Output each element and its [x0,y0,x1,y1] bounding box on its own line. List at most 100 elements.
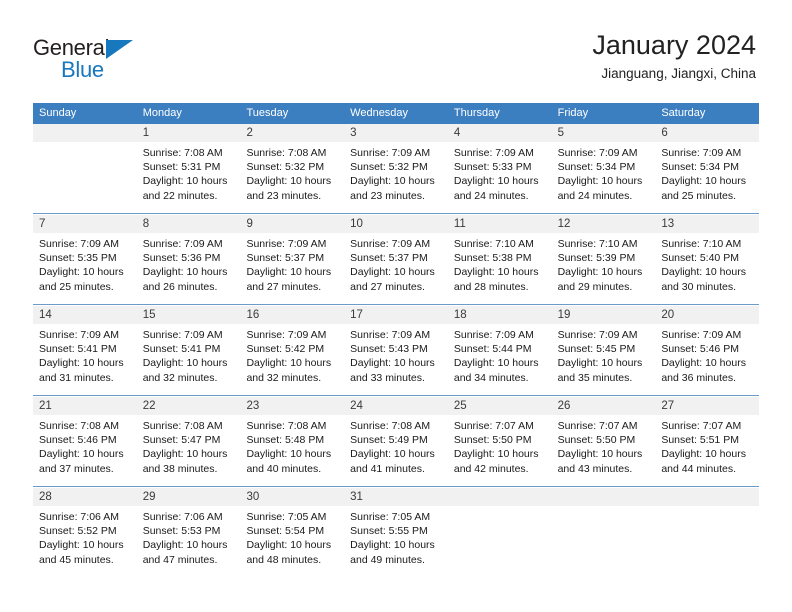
calendar-day-cell[interactable]: 19 Sunrise: 7:09 AM Sunset: 5:45 PM Dayligh… [551,306,656,395]
sunset-text: Sunset: 5:47 PM [142,434,221,447]
calendar-day-cell[interactable]: 11 Sunrise: 7:10 AM Sunset: 5:38 PM Dayligh… [447,215,552,304]
daylight-text: Daylight: 10 hours [453,266,539,279]
calendar-day-cell[interactable]: 7 Sunrise: 7:09 AM Sunset: 5:35 PM Daylight… [33,215,137,304]
calendar-day-cell[interactable]: 24 Sunrise: 7:08 AM Sunset: 5:49 PM Dayligh… [344,397,448,486]
calendar-day-cell[interactable]: 21 Sunrise: 7:08 AM Sunset: 5:46 PM Dayligh… [33,397,137,486]
title-block: January 2024 Jianguang, Jiangxi, China [592,28,756,83]
calendar-day-cell[interactable]: 31 Sunrise: 7:05 AM Sunset: 5:55 PM Dayligh… [344,488,448,577]
day-info: Sunrise: 7:09 AM Sunset: 5:37 PM Daylight:… [240,233,344,300]
day-number: 17 [350,309,363,321]
day-number: 10 [350,218,363,230]
sunset-text: Sunset: 5:43 PM [350,343,428,356]
sunset-text: Sunset: 5:31 PM [142,161,221,174]
calendar-day-cell[interactable]: 26 Sunrise: 7:07 AM Sunset: 5:50 PM Dayligh… [551,397,656,486]
calendar-cell-empty [551,488,656,577]
day-number-band [551,488,656,506]
calendar-day-cell[interactable]: 20 Sunrise: 7:09 AM Sunset: 5:46 PM Dayligh… [655,306,760,395]
calendar-day-cell[interactable]: 16 Sunrise: 7:09 AM Sunset: 5:42 PM Dayligh… [240,306,345,395]
sunrise-text: Sunrise: 7:09 AM [350,329,431,341]
daylight-text-cont: and 49 minutes. [350,553,425,566]
daylight-text: Daylight: 10 hours [350,266,435,279]
day-number-band: 8 [136,215,241,233]
day-number: 15 [142,309,156,321]
sunset-text: Sunset: 5:32 PM [350,161,428,174]
weekday-header-tuesday: Tuesday [246,107,289,119]
day-number-band [655,488,760,506]
sunset-text: Sunset: 5:42 PM [246,343,325,356]
daylight-text: Daylight: 10 hours [350,539,435,552]
calendar-day-cell[interactable]: 30 Sunrise: 7:05 AM Sunset: 5:54 PM Dayligh… [240,488,345,577]
calendar-day-cell[interactable]: 6 Sunrise: 7:09 AM Sunset: 5:34 PM Daylight… [655,124,760,213]
sunrise-text: Sunrise: 7:09 AM [246,329,327,341]
daylight-text: Daylight: 10 hours [39,448,124,461]
day-info: Sunrise: 7:08 AM Sunset: 5:47 PM Daylight:… [137,415,241,482]
calendar-day-cell[interactable]: 9 Sunrise: 7:09 AM Sunset: 5:37 PM Daylight… [240,215,345,304]
day-info: Sunrise: 7:09 AM Sunset: 5:45 PM Daylight:… [552,324,656,391]
calendar-day-cell[interactable]: 13 Sunrise: 7:10 AM Sunset: 5:40 PM Dayligh… [655,215,760,304]
brand-logo[interactable]: General Blue [33,36,153,84]
day-number-band: 18 [447,306,552,324]
sunrise-text: Sunrise: 7:09 AM [661,329,742,341]
daylight-text-cont: and 41 minutes. [350,462,425,475]
day-number-band: 7 [33,215,137,233]
day-number: 22 [142,400,156,412]
day-number: 11 [453,218,466,230]
day-info: Sunrise: 7:08 AM Sunset: 5:49 PM Daylight:… [344,415,448,482]
daylight-text: Daylight: 10 hours [246,175,332,188]
daylight-text-cont: and 42 minutes. [453,462,529,475]
daylight-text-cont: and 43 minutes. [557,462,633,475]
sunrise-text: Sunrise: 7:07 AM [557,420,638,432]
calendar-day-cell[interactable]: 15 Sunrise: 7:09 AM Sunset: 5:41 PM Dayligh… [136,306,241,395]
weekday-header-friday: Friday [557,107,589,119]
sunrise-text: Sunrise: 7:09 AM [142,238,223,250]
daylight-text: Daylight: 10 hours [557,448,643,461]
day-number-band: 19 [551,306,656,324]
sunset-text: Sunset: 5:44 PM [453,343,532,356]
calendar-day-cell[interactable]: 5 Sunrise: 7:09 AM Sunset: 5:34 PM Daylight… [551,124,656,213]
day-number: 20 [661,309,675,321]
daylight-text-cont: and 28 minutes. [453,280,529,293]
daylight-text: Daylight: 10 hours [350,357,435,370]
calendar-day-cell[interactable]: 25 Sunrise: 7:07 AM Sunset: 5:50 PM Dayligh… [447,397,552,486]
daylight-text-cont: and 30 minutes. [661,280,737,293]
daylight-text-cont: and 23 minutes. [350,189,425,202]
sunset-text: Sunset: 5:40 PM [661,252,739,265]
sunrise-text: Sunrise: 7:08 AM [350,420,431,432]
calendar-day-cell[interactable]: 17 Sunrise: 7:09 AM Sunset: 5:43 PM Dayligh… [344,306,448,395]
daylight-text: Daylight: 10 hours [557,266,643,279]
sunrise-text: Sunrise: 7:09 AM [557,147,638,159]
calendar-day-cell[interactable]: 29 Sunrise: 7:06 AM Sunset: 5:53 PM Dayligh… [136,488,241,577]
day-info: Sunrise: 7:09 AM Sunset: 5:36 PM Daylight:… [137,233,241,300]
sunset-text: Sunset: 5:39 PM [557,252,636,265]
calendar-day-cell[interactable]: 12 Sunrise: 7:10 AM Sunset: 5:39 PM Dayligh… [551,215,656,304]
day-number: 6 [661,127,668,139]
calendar-day-cell[interactable]: 2 Sunrise: 7:08 AM Sunset: 5:32 PM Daylight… [240,124,345,213]
calendar-day-cell[interactable]: 14 Sunrise: 7:09 AM Sunset: 5:41 PM Dayligh… [33,306,137,395]
daylight-text: Daylight: 10 hours [142,357,228,370]
daylight-text: Daylight: 10 hours [39,266,124,279]
daylight-text-cont: and 24 minutes. [453,189,529,202]
calendar-day-cell[interactable]: 4 Sunrise: 7:09 AM Sunset: 5:33 PM Daylight… [447,124,552,213]
daylight-text-cont: and 40 minutes. [246,462,322,475]
sunset-text: Sunset: 5:50 PM [453,434,532,447]
daylight-text: Daylight: 10 hours [661,357,746,370]
calendar-cell-empty [33,124,137,213]
calendar-day-cell[interactable]: 3 Sunrise: 7:09 AM Sunset: 5:32 PM Daylight… [344,124,448,213]
calendar-day-cell[interactable]: 10 Sunrise: 7:09 AM Sunset: 5:37 PM Dayligh… [344,215,448,304]
calendar-day-cell[interactable]: 22 Sunrise: 7:08 AM Sunset: 5:47 PM Dayligh… [136,397,241,486]
sunrise-text: Sunrise: 7:06 AM [142,511,223,523]
calendar-day-cell[interactable]: 18 Sunrise: 7:09 AM Sunset: 5:44 PM Dayligh… [447,306,552,395]
daylight-text-cont: and 44 minutes. [661,462,737,475]
sunrise-text: Sunrise: 7:09 AM [39,238,119,250]
day-number: 1 [142,127,150,139]
calendar-day-cell[interactable]: 1 Sunrise: 7:08 AM Sunset: 5:31 PM Daylight… [136,124,241,213]
day-number: 29 [142,491,156,503]
calendar-day-cell[interactable]: 23 Sunrise: 7:08 AM Sunset: 5:48 PM Dayligh… [240,397,345,486]
sunset-text: Sunset: 5:45 PM [557,343,636,356]
calendar-day-cell[interactable]: 27 Sunrise: 7:07 AM Sunset: 5:51 PM Dayligh… [655,397,760,486]
daylight-text: Daylight: 10 hours [661,448,746,461]
sunrise-text: Sunrise: 7:09 AM [246,238,327,250]
calendar-day-cell[interactable]: 8 Sunrise: 7:09 AM Sunset: 5:36 PM Daylight… [136,215,241,304]
day-number: 27 [661,400,675,412]
calendar-day-cell[interactable]: 28 Sunrise: 7:06 AM Sunset: 5:52 PM Dayligh… [33,488,137,577]
